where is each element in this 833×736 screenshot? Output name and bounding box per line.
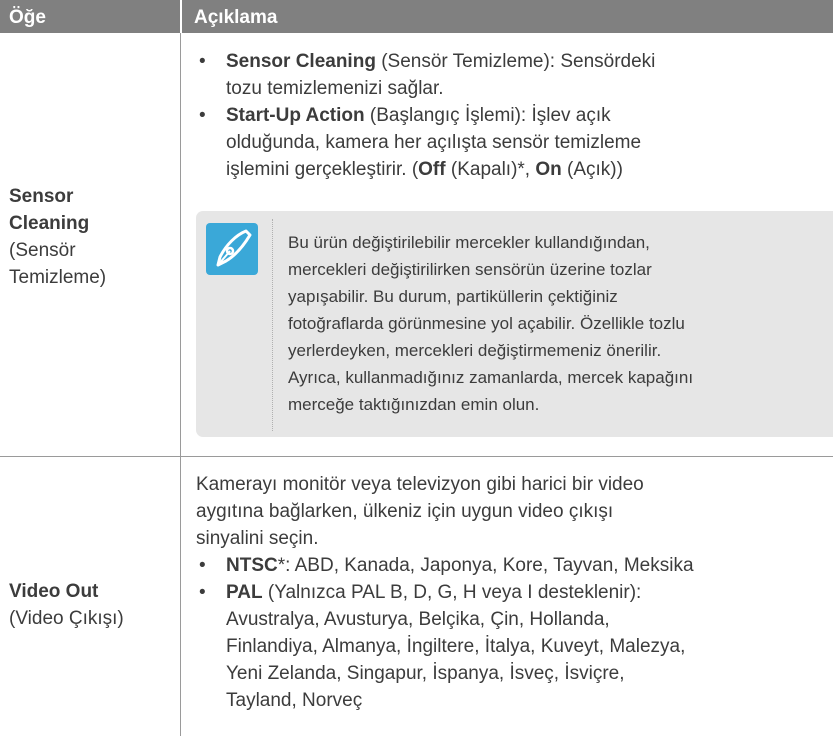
bullet-startup-action: • Start-Up Action (Başlangıç İşlemi): İş… [196,102,826,183]
option-text: (Başlangıç İşlemi): İşlev açık [364,105,611,126]
row-sensor-cleaning-item: Sensor Cleaning (Sensör Temizleme) [9,183,106,291]
item-name-line-1: Sensor [9,186,74,207]
option-text-line: olduğunda, kamera her açılışta sensör te… [226,132,642,153]
bullet-dot: • [199,555,206,576]
note-line: fotoğraflarda görünmesine yol açabilir. … [288,314,685,333]
option-values-line: işlemini gerçekleştirir. (Off (Kapalı)*,… [226,156,826,183]
header-item: Öğe [9,7,46,28]
column-divider [180,33,181,736]
bullet-sensor-cleaning: • Sensor Cleaning (Sensör Temizleme): Se… [196,48,826,102]
option-text: *: ABD, Kanada, Japonya, Kore, Tayvan, M… [277,555,694,576]
note-line: yapışabilir. Bu durum, partiküllerin çek… [288,287,618,306]
value-on: On [535,159,562,180]
option-text: (Açık)) [561,159,623,180]
item-subtitle-line-1: (Sensör [9,240,76,261]
note-line: merceğe taktığınızdan emin olun. [288,395,540,414]
bullet-dot: • [199,51,206,72]
item-name-line-2: Cleaning [9,213,90,234]
bullet-ntsc: • NTSC*: ABD, Kanada, Japonya, Kore, Tay… [196,552,826,579]
note-divider [272,219,274,431]
intro-line: Kamerayı monitör veya televizyon gibi ha… [196,474,644,495]
item-subtitle: (Video Çıkışı) [9,608,124,629]
option-text: işlemini gerçekleştirir. ( [226,159,419,180]
note-text: Bu ürün değiştirilebilir mercekler kulla… [288,229,828,418]
country-line: Tayland, Norveç [226,690,363,711]
note-line: Ayrıca, kullanmadığınız zamanlarda, merc… [288,368,694,387]
option-text: (Kapalı)*, [445,159,536,180]
row-sensor-cleaning-description: • Sensor Cleaning (Sensör Temizleme): Se… [196,48,826,183]
option-name: NTSC [226,555,278,576]
row-video-out-description: Kamerayı monitör veya televizyon gibi ha… [196,471,826,714]
intro-line: aygıtına bağlarken, ülkeniz için uygun v… [196,501,614,522]
note-line: Bu ürün değiştirilebilir mercekler kulla… [288,233,650,252]
country-line: Avustralya, Avusturya, Belçika, Çin, Hol… [226,609,610,630]
note-box: Bu ürün değiştirilebilir mercekler kulla… [196,211,833,437]
header-separator [180,0,182,33]
option-name: Sensor Cleaning [226,51,376,72]
header-description: Açıklama [194,7,278,28]
option-text: (Sensör Temizleme): Sensördeki [375,51,656,72]
bullet-dot: • [199,582,206,603]
bullet-pal: • PAL (Yalnızca PAL B, D, G, H veya I de… [196,579,826,714]
note-line: yerlerdeyken, mercekleri değiştirmemeniz… [288,341,662,360]
settings-table: Öğe Açıklama Sensor Cleaning (Sensör Tem… [0,0,833,736]
country-line: Finlandiya, Almanya, İngiltere, İtalya, … [226,636,686,657]
table-header: Öğe Açıklama [0,0,833,33]
bullet-dot: • [199,105,206,126]
pen-nib-icon [206,223,258,275]
item-subtitle-line-2: Temizleme) [9,267,107,288]
intro-line: sinyalini seçin. [196,528,319,549]
option-name: PAL [226,582,263,603]
note-line: mercekleri değiştirilirken sensörün üzer… [288,260,652,279]
option-name: Start-Up Action [226,105,365,126]
option-text: (Yalnızca PAL B, D, G, H veya I destekle… [262,582,642,603]
row-video-out-item: Video Out (Video Çıkışı) [9,578,124,632]
value-off: Off [418,159,446,180]
row-divider [0,456,833,457]
item-name: Video Out [9,581,99,602]
option-text-line: tozu temizlemenizi sağlar. [226,78,444,99]
country-line: Yeni Zelanda, Singapur, İspanya, İsveç, … [226,663,625,684]
